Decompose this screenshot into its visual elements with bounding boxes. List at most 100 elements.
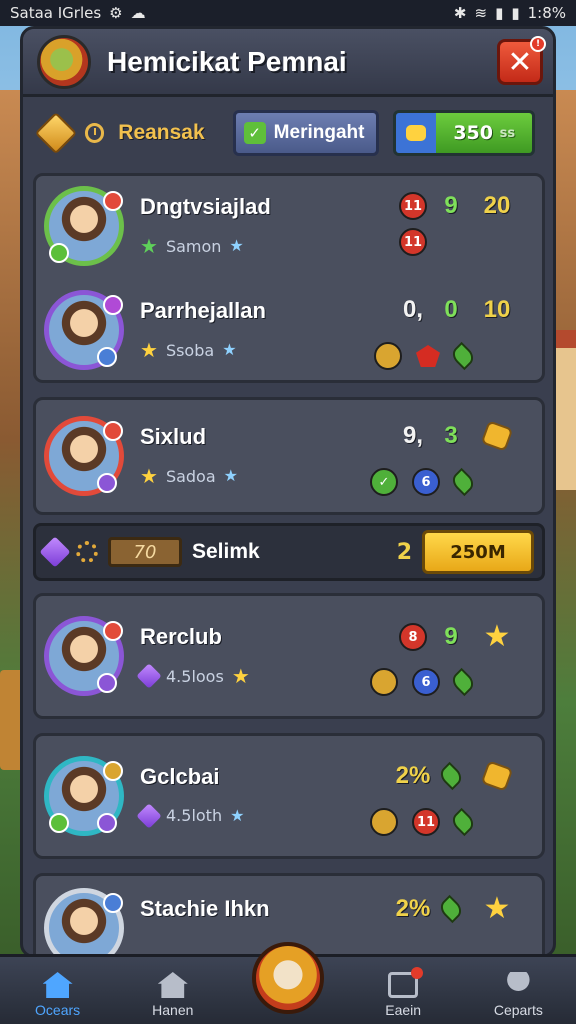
player-subtitle: ★ Sadoa ★: [140, 464, 238, 488]
play-button[interactable]: [252, 942, 324, 1014]
level-badge-icon: [97, 473, 117, 493]
player-stats: 2% ★: [395, 891, 520, 926]
level-badge-icon: [97, 347, 117, 367]
leaf-icon: [448, 341, 478, 371]
stat-value: 0,: [402, 296, 423, 323]
purple-gem-icon: [136, 802, 162, 829]
coin-icon: [374, 342, 402, 370]
currency-value: 350 ss: [436, 113, 532, 153]
red-badge: 11: [399, 192, 427, 220]
player-card[interactable]: Dngtvsiajlad ★ Samon ★ 11 9 20 11 Parrhe…: [33, 173, 545, 383]
bottom-navigation: Ocears Hanen Eaein Ceparts: [0, 942, 576, 1024]
star-icon: ★: [231, 664, 250, 688]
wifi-icon: ≋: [474, 4, 488, 22]
player-subtitle: ★ Samon ★: [140, 234, 244, 258]
stat-value: 3: [444, 422, 458, 449]
currency-counter[interactable]: 350 ss: [393, 110, 535, 156]
leaderboard-panel: Hemicikat Pemnai ✕ ! Reansak ✓ Meringaht…: [20, 26, 556, 958]
coin-icon: [396, 113, 437, 153]
rank-badge-icon: [103, 621, 123, 641]
avatar: [44, 416, 124, 496]
star-icon: ★: [230, 805, 245, 825]
player-name: Parrhejallan: [140, 298, 266, 323]
nav-tab-stats[interactable]: Eaein: [358, 967, 448, 1018]
status-bar: Sataa IGrles ⚙ ☁ ✱ ≋ ▮ ▮ 1:8%: [0, 0, 576, 26]
stat-value: 20: [483, 192, 511, 219]
player-subtitle: 4.5loth ★: [136, 802, 245, 829]
star-icon: ★: [140, 338, 158, 362]
level-badge-icon: [97, 673, 117, 693]
player-name: Stachie Ihkn: [140, 896, 270, 921]
close-button[interactable]: ✕ !: [497, 36, 546, 85]
rank-badge-icon: [103, 893, 123, 913]
list-item[interactable]: Sixlud ★ Sadoa ★ 9, 3 ✓ 6: [36, 410, 542, 504]
rank-badge-icon: [103, 761, 123, 781]
red-badge: 11: [399, 228, 427, 256]
blue-badge: 6: [412, 668, 440, 696]
chart-icon: [388, 967, 424, 998]
person-icon: [507, 972, 530, 992]
player-items: 6: [370, 667, 478, 697]
list-item[interactable]: Dngtvsiajlad ★ Samon ★ 11 9 20 11: [36, 180, 542, 274]
stat-value: 9: [444, 192, 458, 219]
leaf-icon: [448, 467, 478, 497]
claim-button[interactable]: 250M: [422, 530, 534, 574]
star-icon: ★: [483, 619, 511, 654]
stat-value: 0: [444, 296, 458, 323]
nav-tab-house[interactable]: Hanen: [128, 972, 218, 1018]
meringaht-button[interactable]: ✓ Meringaht: [232, 110, 380, 156]
toolbar: Reansak ✓ Meringaht 350 ss: [23, 97, 553, 169]
star-icon: ★: [140, 464, 158, 488]
list-item[interactable]: Gclcbai 4.5loth ★ 2% 11: [36, 750, 542, 844]
reward-bar: 70 Selimk 2 250M: [33, 523, 545, 581]
list-item[interactable]: Parrhejallan ★ Ssoba ★ 0, 0 10: [36, 284, 542, 378]
stat-value: 10: [483, 296, 511, 323]
avatar: [44, 290, 124, 370]
level-badge-icon: [49, 243, 69, 263]
list-item[interactable]: Rerclub 4.5loos ★ 8 9 ★ 6: [36, 610, 542, 704]
panel-header: Hemicikat Pemnai ✕ !: [23, 29, 553, 97]
status-carrier: Sataa IGrles: [10, 4, 102, 22]
nav-tab-home[interactable]: Ocears: [13, 972, 103, 1018]
player-subtitle: ★ Ssoba ★: [140, 338, 237, 362]
purple-gem-icon: [136, 663, 162, 689]
player-items: 11: [370, 807, 478, 837]
player-card[interactable]: Gclcbai 4.5loth ★ 2% 11: [33, 733, 545, 859]
leaf-icon: [448, 667, 478, 697]
player-subtitle: 4.5loos ★: [136, 663, 250, 689]
player-stats: 11 9 20 11: [398, 192, 520, 256]
nav-tab-profile[interactable]: Ceparts: [473, 972, 563, 1018]
game-logo: [37, 34, 91, 89]
avatar: [44, 616, 124, 696]
avatar: [44, 186, 124, 266]
player-name: Dngtvsiajlad: [140, 194, 271, 219]
progress-counter: 70: [108, 537, 182, 567]
avatar: [44, 756, 124, 836]
player-items: ✓ 6: [370, 467, 478, 497]
coin-icon: [370, 668, 398, 696]
rank-badge-icon: [103, 191, 123, 211]
status-time: 1:8%: [527, 4, 566, 22]
player-card[interactable]: Rerclub 4.5loos ★ 8 9 ★ 6: [33, 593, 545, 719]
avatar: [44, 888, 124, 955]
player-card[interactable]: Sixlud ★ Sadoa ★ 9, 3 ✓ 6: [33, 397, 545, 515]
tab-reansak[interactable]: Reansak: [118, 121, 204, 145]
clock-icon: [84, 123, 105, 143]
meringaht-label: Meringaht: [273, 122, 365, 143]
check-icon: ✓: [243, 122, 266, 144]
player-name: Sixlud: [140, 424, 207, 449]
star-icon: ★: [483, 891, 511, 926]
player-stats: 9, 3: [398, 420, 520, 452]
stat-value: 2%: [395, 895, 431, 922]
stat-value: 9: [444, 623, 458, 650]
player-stats: 8 9 ★: [398, 622, 520, 652]
shield-icon: ✓: [370, 468, 398, 496]
battery-icon: ▮: [511, 4, 520, 22]
level-badge-icon: [97, 813, 117, 833]
signal-icon: ▮: [495, 4, 504, 22]
star-icon: ★: [222, 340, 237, 359]
coin-icon: [370, 808, 398, 836]
rank-badge-icon: [103, 295, 123, 315]
star-icon: ★: [223, 466, 238, 485]
reward-label: Selimk: [192, 540, 260, 563]
